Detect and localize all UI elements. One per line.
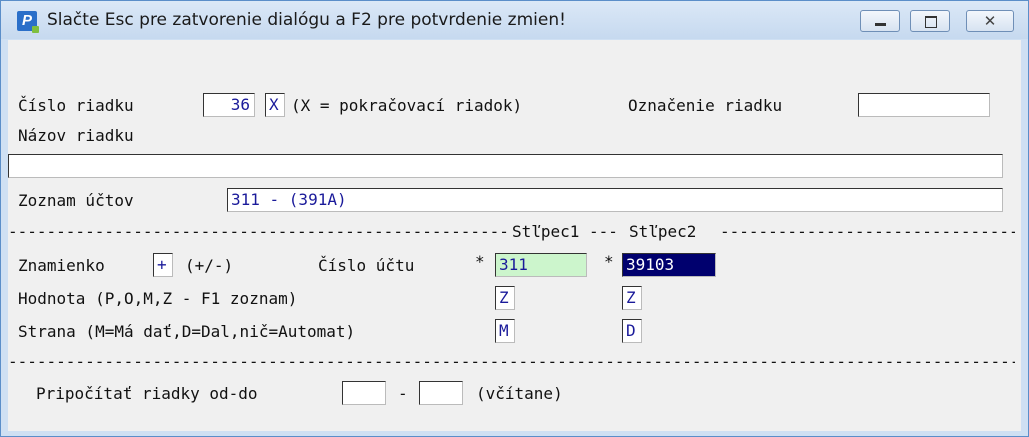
accounts-label: Zoznam účtov (18, 191, 134, 210)
range-dash: - (398, 384, 408, 403)
dialog-body: Číslo riadku 36 X (X = pokračovací riado… (8, 40, 1021, 431)
account-number-label: Číslo účtu (318, 256, 415, 275)
row-mark-label: Označenie riadku (628, 96, 783, 115)
minimize-button[interactable] (860, 10, 900, 32)
continuation-field[interactable]: X (265, 93, 285, 117)
col1-account-field[interactable]: 311 (495, 253, 587, 277)
row-name-label: Názov riadku (18, 126, 134, 145)
dialog-window: P Slačte Esc pre zatvorenie dialógu a F2… (0, 0, 1029, 437)
window-title: Slačte Esc pre zatvorenie dialógu a F2 p… (47, 10, 566, 30)
sign-field[interactable]: + (153, 253, 173, 277)
app-icon: P (17, 11, 39, 33)
side-label: Strana (M=Má dať,D=Dal,nič=Automat) (18, 322, 356, 341)
close-button[interactable]: ✕ (966, 10, 1014, 32)
row-number-field[interactable]: 36 (203, 93, 255, 117)
col2-account-asterisk: * (604, 252, 614, 271)
row-name-field[interactable] (8, 154, 1003, 178)
col2-account-field[interactable]: 39103 (622, 253, 716, 277)
col2-value-field[interactable]: Z (622, 286, 642, 310)
column2-header: Stľpec2 (629, 222, 697, 241)
value-label: Hodnota (P,O,M,Z - F1 zoznam) (18, 289, 298, 308)
inclusive-label: (včítane) (476, 384, 563, 403)
sum-to-field[interactable] (419, 381, 463, 405)
continuation-hint: (X = pokračovací riadok) (291, 96, 523, 115)
accounts-field[interactable]: 311 - (391A) (227, 188, 1003, 212)
col1-value-field[interactable]: Z (495, 286, 515, 310)
col1-account-asterisk: * (475, 252, 485, 271)
sum-rows-label: Pripočítať riadky od-do (36, 384, 258, 403)
maximize-icon (925, 16, 937, 28)
row-number-label: Číslo riadku (18, 96, 134, 115)
divider-right: ----------------------------------------… (720, 222, 1015, 241)
col1-side-field[interactable]: M (495, 319, 515, 343)
divider-bottom: ----------------------------------------… (8, 352, 1015, 371)
col2-side-field[interactable]: D (622, 319, 642, 343)
maximize-button[interactable] (910, 10, 950, 32)
divider-mid: ----------------------------------------… (589, 222, 617, 241)
title-bar[interactable]: P Slačte Esc pre zatvorenie dialógu a F2… (1, 1, 1028, 39)
close-icon: ✕ (983, 12, 997, 30)
column1-header: Stľpec1 (512, 222, 580, 241)
sign-label: Znamienko (18, 256, 105, 275)
divider-left: ----------------------------------------… (8, 222, 508, 241)
sign-hint: (+/-) (185, 256, 234, 275)
row-mark-field[interactable] (858, 93, 990, 117)
sum-from-field[interactable] (342, 381, 386, 405)
minimize-icon (875, 23, 886, 26)
